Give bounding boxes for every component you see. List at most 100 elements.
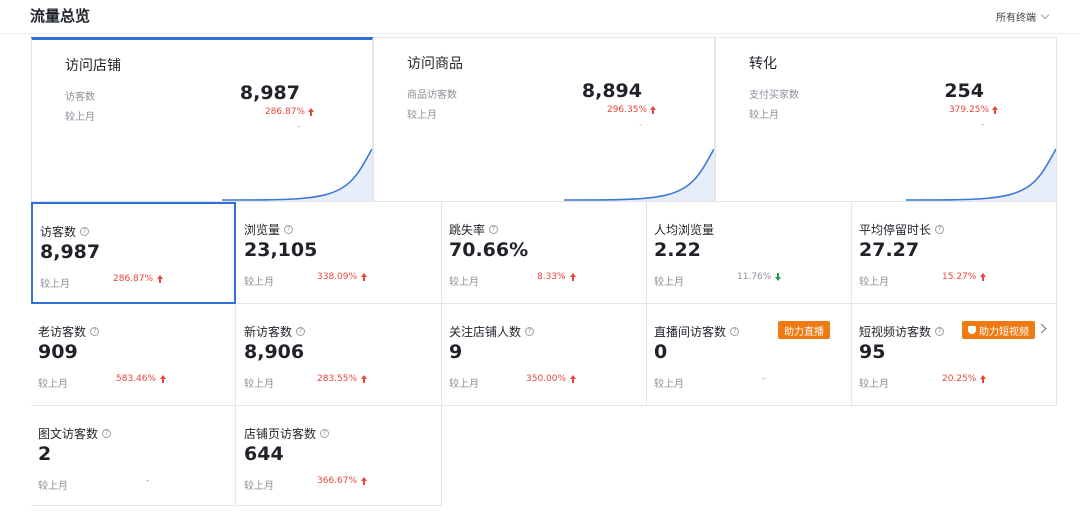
metric-change-value: 286.87% [113, 274, 154, 284]
metric-change-value: 8.33% [537, 272, 566, 282]
metric-label: 浏览量? [244, 221, 294, 238]
metric-change-value: - [146, 476, 150, 486]
arrow-up-icon [361, 477, 368, 485]
metric-change: 350.00% [526, 374, 577, 384]
boost-short-video-label: 助力短视频 [979, 326, 1029, 338]
metric-change-value: 366.67% [317, 476, 358, 486]
metric-label-text: 关注店铺人数 [449, 325, 522, 339]
card-metric-label: 访客数 [65, 92, 95, 103]
metric-label: 店铺页访客数? [244, 425, 330, 442]
metric-value: 27.27 [859, 239, 920, 261]
help-icon[interactable]: ? [935, 327, 945, 336]
arrow-up-icon [980, 273, 987, 281]
card-value: 8,987 [239, 82, 300, 104]
metric-live-visitors[interactable]: 直播间访客数? 助力直播 0 较上月 - [647, 304, 852, 406]
metric-label-text: 平均停留时长 [859, 223, 932, 237]
metric-label-text: 店铺页访客数 [244, 427, 317, 441]
metric-compare-label: 较上月 [859, 379, 889, 390]
metric-value: 0 [654, 341, 668, 363]
boost-short-video-button[interactable]: 助力短视频 [962, 321, 1035, 339]
metric-avg-page-views[interactable]: 人均浏览量 2.22 较上月 11.76% [647, 202, 852, 304]
card-value: 254 [944, 80, 984, 102]
metric-change-value: 15.27% [942, 272, 977, 282]
metric-bounce-rate[interactable]: 跳失率? 70.66% 较上月 8.33% [442, 202, 647, 304]
help-icon[interactable]: ? [296, 327, 306, 336]
metric-label: 关注店铺人数? [449, 323, 535, 340]
metric-label-text: 短视频访客数 [859, 325, 932, 339]
page-header: 流量总览 所有终端 [0, 0, 1080, 34]
metric-compare-label: 较上月 [859, 277, 889, 288]
metric-store-followers[interactable]: 关注店铺人数? 9 较上月 350.00% [442, 304, 647, 406]
metric-change-value: 20.25% [942, 374, 977, 384]
arrow-up-icon [980, 375, 987, 383]
metric-change-value: 283.55% [317, 374, 358, 384]
help-icon[interactable]: ? [489, 225, 499, 234]
arrow-up-icon [992, 106, 998, 114]
card-change: 286.87% [265, 107, 314, 117]
help-icon[interactable]: ? [320, 429, 330, 438]
metric-change-value: - [762, 374, 766, 384]
metric-store-page-visitors[interactable]: 店铺页访客数? 644 较上月 366.67% [237, 406, 442, 506]
metric-label: 老访客数? [38, 323, 100, 340]
help-icon[interactable]: ? [102, 429, 112, 438]
card-change-value: 296.35% [606, 105, 647, 115]
metric-label-text: 新访客数 [244, 325, 293, 339]
card-change: 296.35% [607, 105, 656, 115]
help-icon[interactable]: ? [284, 225, 294, 234]
card-dash: - [981, 120, 984, 129]
metric-label: 跳失率? [449, 221, 499, 238]
metric-compare-label: 较上月 [449, 379, 479, 390]
metric-label: 访客数? [40, 223, 90, 240]
card-title: 转化 [749, 56, 777, 72]
metric-avg-stay-time[interactable]: 平均停留时长? 27.27 较上月 15.27% [852, 202, 1057, 304]
sparkline-chart [906, 148, 1056, 201]
arrow-up-icon [308, 108, 314, 116]
card-compare-label: 较上月 [749, 110, 779, 121]
metric-new-visitors[interactable]: 新访客数? 8,906 较上月 283.55% [237, 304, 442, 406]
metric-returning-visitors[interactable]: 老访客数? 909 较上月 583.46% [31, 304, 236, 406]
metric-change: 583.46% [116, 374, 167, 384]
card-visit-store[interactable]: 访问店铺 访客数 较上月 8,987 286.87% - [31, 37, 373, 202]
metric-image-text-visitors[interactable]: 图文访客数? 2 较上月 - [31, 406, 236, 506]
metric-change-value: 350.00% [526, 374, 567, 384]
metric-page-views[interactable]: 浏览量? 23,105 较上月 338.09% [237, 202, 442, 304]
metric-value: 2.22 [654, 239, 701, 261]
card-metric-label: 商品访客数 [407, 90, 457, 101]
metric-change-value: 338.09% [317, 272, 358, 282]
terminal-select[interactable]: 所有终端 [996, 9, 1050, 24]
metric-change: 15.27% [942, 272, 987, 282]
metric-label: 图文访客数? [38, 425, 112, 442]
arrow-up-icon [650, 106, 656, 114]
terminal-select-label: 所有终端 [996, 13, 1036, 24]
boost-live-button[interactable]: 助力直播 [778, 321, 830, 339]
help-icon[interactable]: ? [80, 227, 90, 236]
arrow-up-icon [570, 375, 577, 383]
metric-value: 2 [38, 443, 52, 465]
metric-label-text: 老访客数 [38, 325, 87, 339]
metric-label: 平均停留时长? [859, 221, 945, 238]
metric-change: 366.67% [317, 476, 368, 486]
card-conversion[interactable]: 转化 支付买家数 较上月 254 379.25% - [715, 37, 1057, 202]
metric-compare-label: 较上月 [449, 277, 479, 288]
metric-change: 11.76% [737, 272, 782, 282]
card-change-value: 379.25% [948, 105, 989, 115]
metric-short-video-visitors[interactable]: 短视频访客数? 助力短视频 95 较上月 20.25% [852, 304, 1057, 406]
metric-label-text: 浏览量 [244, 223, 281, 237]
help-icon[interactable]: ? [730, 327, 740, 336]
help-icon[interactable]: ? [90, 327, 100, 336]
arrow-up-icon [361, 375, 368, 383]
shield-icon [968, 326, 976, 334]
card-dash: - [297, 122, 300, 131]
metric-compare-label: 较上月 [38, 481, 68, 492]
help-icon[interactable]: ? [525, 327, 535, 336]
card-title: 访问商品 [407, 56, 463, 72]
metric-compare-label: 较上月 [244, 379, 274, 390]
metric-visitors[interactable]: 访客数? 8,987 较上月 286.87% [31, 202, 236, 304]
card-change-value: 286.87% [264, 107, 305, 117]
metric-compare-label: 较上月 [38, 379, 68, 390]
card-visit-product[interactable]: 访问商品 商品访客数 较上月 8,894 296.35% - [373, 37, 715, 202]
metric-compare-label: 较上月 [654, 277, 684, 288]
help-icon[interactable]: ? [935, 225, 945, 234]
metric-label-text: 直播间访客数 [654, 325, 727, 339]
arrow-up-icon [160, 375, 167, 383]
